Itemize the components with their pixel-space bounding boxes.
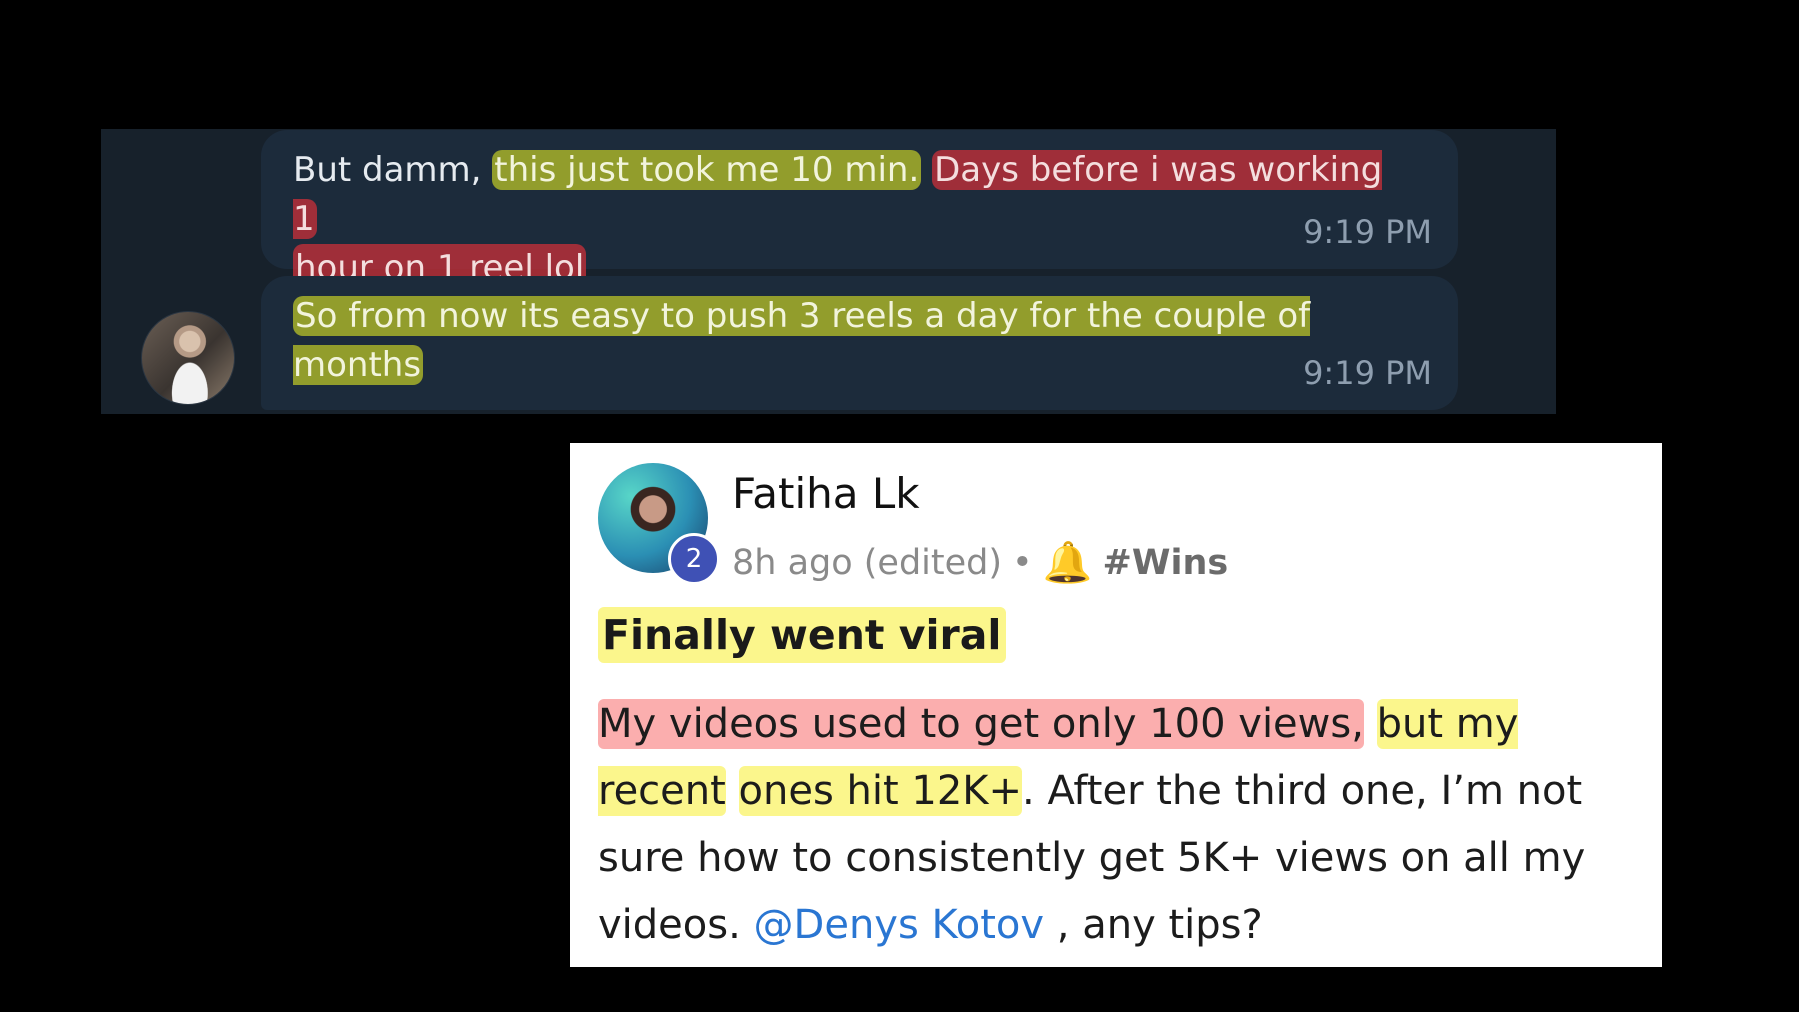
post-meta: 8h ago (edited) • 🔔 #Wins <box>732 539 1228 586</box>
chat-panel: But damm, this just took me 10 min. Days… <box>101 129 1556 414</box>
body-text: , any tips? <box>1044 902 1263 948</box>
post-body: My videos used to get only 100 views, bu… <box>598 691 1653 959</box>
category-tag[interactable]: #Wins <box>1103 543 1229 583</box>
meta-separator: • <box>1012 542 1033 583</box>
sender-avatar[interactable] <box>141 311 235 405</box>
message-timestamp: 9:19 PM <box>1303 213 1432 251</box>
chat-message-bubble[interactable]: So from now its easy to push 3 reels a d… <box>261 276 1458 410</box>
bell-icon: 🔔 <box>1042 540 1093 586</box>
highlight-yellow: this just took me 10 min. <box>492 150 922 190</box>
community-post-card: 2 Fatiha Lk 8h ago (edited) • 🔔 #Wins Fi… <box>570 443 1662 967</box>
message-timestamp: 9:19 PM <box>1303 354 1432 392</box>
message-text: But damm, <box>293 150 493 190</box>
author-name[interactable]: Fatiha Lk <box>732 469 920 518</box>
highlight-yellow: ones hit 12K+ <box>738 766 1023 816</box>
level-badge: 2 <box>668 533 720 585</box>
highlight-yellow: So from now its easy to push 3 reels a d… <box>293 296 1311 385</box>
highlight-yellow: Finally went viral <box>598 607 1006 663</box>
user-mention[interactable]: @Denys Kotov <box>754 902 1045 948</box>
chat-message-bubble[interactable]: But damm, this just took me 10 min. Days… <box>261 130 1458 293</box>
highlight-pink: My videos used to get only 100 views, <box>598 699 1364 749</box>
post-title: Finally went viral <box>598 607 1006 663</box>
post-time: 8h ago (edited) <box>732 542 1003 583</box>
